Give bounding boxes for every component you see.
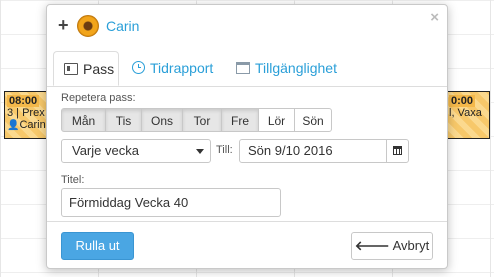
tab-bar: Pass Tidrapport Tillgänglighet — [47, 48, 447, 87]
shift-card[interactable]: 08:00 3 | Prex 👤Carin — [4, 91, 52, 139]
tab-tillganglighet[interactable]: Tillgänglighet — [236, 51, 337, 85]
shift-person: 👤Carin — [7, 119, 49, 132]
chevron-down-icon — [196, 149, 204, 154]
day-toggle-thu[interactable]: Tor — [182, 108, 222, 132]
clock-icon — [132, 61, 145, 74]
repeat-label: Repetera pass: — [61, 92, 136, 104]
weekday-toggle-group: Mån Tis Ons Tor Fre Lör Sön — [61, 108, 332, 132]
shift-detail: l, Vaxa — [449, 107, 482, 119]
date-picker-button[interactable] — [386, 139, 409, 163]
tab-tidrapport[interactable]: Tidrapport — [132, 51, 213, 85]
calendar-icon — [236, 62, 250, 74]
avatar — [77, 15, 99, 37]
tab-label: Tillgänglighet — [255, 60, 337, 76]
day-toggle-mon[interactable]: Mån — [61, 108, 106, 132]
shift-detail: 3 | Prex — [7, 107, 45, 119]
id-card-icon — [64, 63, 78, 75]
cancel-label: Avbryt — [392, 238, 430, 253]
tab-label: Tidrapport — [150, 60, 214, 76]
till-label: Till: — [216, 144, 233, 156]
rulla-ut-button[interactable]: Rulla ut — [61, 232, 134, 260]
popover-header: + Carin × — [47, 5, 447, 48]
end-date-input[interactable]: Sön 9/10 2016 — [239, 139, 387, 163]
title-label: Titel: — [61, 174, 85, 186]
popover-footer: Rulla ut 🡐 Avbryt — [47, 221, 447, 260]
day-toggle-fri[interactable]: Fre — [221, 108, 259, 132]
cancel-button[interactable]: 🡐 Avbryt — [351, 232, 433, 260]
close-icon[interactable]: × — [430, 9, 439, 26]
frequency-select[interactable]: Varje vecka — [61, 139, 211, 163]
arrow-left-icon: 🡐 — [354, 238, 390, 253]
shift-card[interactable]: 0:00 l, Vaxa — [446, 91, 490, 139]
plus-icon[interactable]: + — [58, 16, 69, 34]
calendar-icon — [393, 146, 402, 155]
tab-pass[interactable]: Pass — [53, 51, 119, 86]
person-name[interactable]: Carin — [106, 18, 139, 34]
title-input[interactable]: Förmiddag Vecka 40 — [61, 188, 281, 217]
shift-time: 08:00 — [7, 95, 40, 107]
day-toggle-wed[interactable]: Ons — [141, 108, 183, 132]
shift-time: 0:00 — [449, 95, 476, 107]
day-toggle-sat[interactable]: Lör — [258, 108, 295, 132]
shift-person-name: Carin — [19, 119, 46, 131]
tab-label: Pass — [83, 61, 115, 77]
frequency-value: Varje vecka — [72, 143, 139, 158]
person-icon: 👤 — [7, 120, 20, 131]
shift-popover: + Carin × Pass Tidrapport Tillgänglighet… — [46, 4, 448, 269]
day-toggle-sun[interactable]: Sön — [294, 108, 332, 132]
day-toggle-tue[interactable]: Tis — [105, 108, 142, 132]
